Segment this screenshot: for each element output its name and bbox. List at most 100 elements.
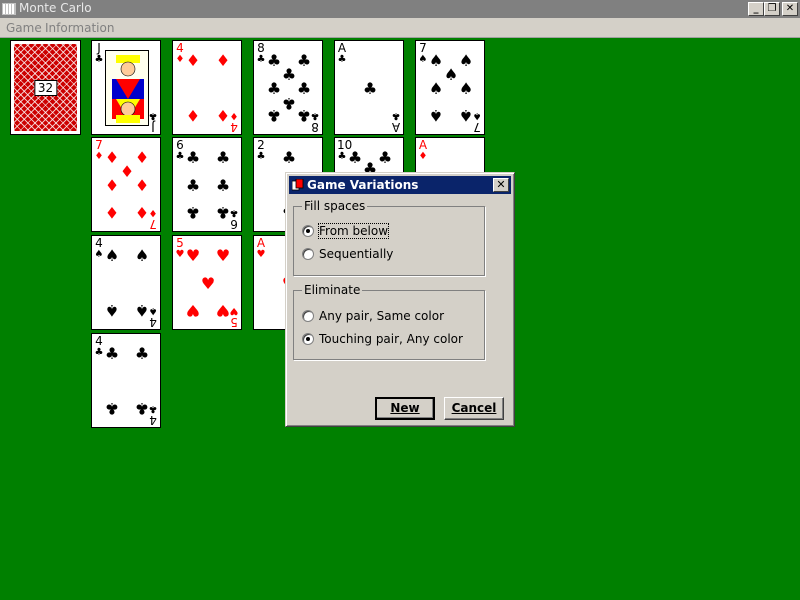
card-rank-corner: J ♣ <box>148 109 158 134</box>
card-rank-corner: 4 ♣ <box>94 335 104 359</box>
radio-touching-pair-button[interactable] <box>302 333 314 345</box>
card-rank: 7 <box>149 217 157 231</box>
card-rank-corner: 8 ♣ <box>256 42 266 66</box>
suit-pip: ♠ <box>458 51 474 70</box>
new-button-label: New <box>390 401 420 415</box>
suit-pip: ♣ <box>185 203 201 222</box>
cancel-button-label: Cancel <box>451 401 497 415</box>
suit-pip: ♥ <box>215 301 231 320</box>
card-rank: 4 <box>230 120 238 134</box>
minimize-button[interactable]: _ <box>748 2 764 16</box>
suit-pip: ♠ <box>428 51 444 70</box>
card-rank: 4 <box>95 334 103 348</box>
menu-bar: Game Information <box>0 18 800 38</box>
card-rank: A <box>391 120 401 134</box>
suit-pip: ♠ <box>458 106 474 125</box>
menu-information[interactable]: Information <box>45 21 114 35</box>
radio-any-pair-button[interactable] <box>302 310 314 322</box>
suit-pip: ♦ <box>185 51 201 70</box>
suit-pip: ♣ <box>215 148 231 167</box>
suit-pip: ♠ <box>134 246 150 265</box>
radio-any-pair-label[interactable]: Any pair, Same color <box>319 309 444 323</box>
suit-pip: ♣ <box>296 79 312 98</box>
card-suit: ♣ <box>175 151 185 162</box>
radio-sequentially-button[interactable] <box>302 248 314 260</box>
card-suit: ♣ <box>148 110 158 121</box>
card-suit: ♠ <box>94 249 104 260</box>
card[interactable]: 4 ♦ 4 ♦ ♦ ♦ ♦ ♦ <box>172 40 242 135</box>
card-rank: 8 <box>311 120 319 134</box>
card-rank-corner: 4 ♦ <box>175 42 185 66</box>
suit-pip: ♣ <box>281 65 297 84</box>
suit-pip: ♣ <box>266 51 282 70</box>
card-suit: ♣ <box>337 54 347 65</box>
suit-pip: ♦ <box>104 148 120 167</box>
card-rank-corner: J ♣ <box>94 42 104 66</box>
card[interactable]: 7 ♠ 7 ♠ ♠ ♠ ♠ ♠ ♠ ♠ ♠ <box>415 40 485 135</box>
cards-icon <box>292 179 304 191</box>
suit-pip: ♣ <box>185 148 201 167</box>
card-rank: 7 <box>473 120 481 134</box>
restore-button[interactable]: ❐ <box>764 2 780 16</box>
suit-pip: ♦ <box>185 106 201 125</box>
card[interactable]: 5 ♥ 5 ♥ ♥ ♥ ♥ ♥ ♥ <box>172 235 242 330</box>
card-suit: ♦ <box>175 54 185 65</box>
card-suit: ♣ <box>256 54 266 65</box>
suit-pip: ♣ <box>134 399 150 418</box>
suit-pip: ♦ <box>215 51 231 70</box>
card[interactable]: 8 ♣ 8 ♣ ♣ ♣ ♣ ♣ ♣ ♣ ♣ ♣ <box>253 40 323 135</box>
card-rank: 4 <box>176 41 184 55</box>
radio-from-below-button[interactable] <box>302 225 314 237</box>
radio-sequentially-label[interactable]: Sequentially <box>319 247 393 261</box>
card[interactable]: 4 ♣ 4 ♣ ♣ ♣ ♣ ♣ <box>91 333 161 428</box>
suit-pip: ♠ <box>104 246 120 265</box>
card[interactable]: 4 ♠ 4 ♠ ♠ ♠ ♠ ♠ <box>91 235 161 330</box>
card-rank: 4 <box>149 413 157 427</box>
dialog-title: Game Variations <box>307 178 419 192</box>
radio-from-below-label[interactable]: From below <box>317 223 390 239</box>
suit-pip: ♠ <box>428 79 444 98</box>
card[interactable]: 6 ♣ 6 ♣ ♣ ♣ ♣ ♣ ♣ ♣ <box>172 137 242 232</box>
title-bar: Monte Carlo _ ❐ ✕ <box>0 0 800 18</box>
card-back-pattern: 32 <box>14 44 77 131</box>
suit-pip: ♦ <box>104 176 120 195</box>
card-suit: ♦ <box>418 151 428 162</box>
card-suit: ♠ <box>418 54 428 65</box>
stock-deck[interactable]: 32 <box>10 40 81 135</box>
cancel-button[interactable]: Cancel <box>444 397 504 420</box>
close-button[interactable]: ✕ <box>782 2 798 16</box>
new-button[interactable]: New <box>375 397 435 420</box>
suit-pip: ♦ <box>119 162 135 181</box>
card-rank: A <box>256 236 266 250</box>
suit-pip: ♦ <box>134 203 150 222</box>
suit-pip: ♦ <box>215 106 231 125</box>
card-rank-corner: A♥ <box>256 237 266 261</box>
suit-pip: ♣ <box>185 176 201 195</box>
dialog-close-button[interactable]: ✕ <box>493 178 509 192</box>
card-rank: J <box>151 120 155 134</box>
suit-pip: ♥ <box>200 274 216 293</box>
suit-pip: ♣ <box>362 79 378 98</box>
card[interactable]: J ♣ J ♣ <box>91 40 161 135</box>
suit-pip: ♣ <box>215 203 231 222</box>
card-suit: ♣ <box>337 151 347 162</box>
card-rank: 6 <box>176 138 184 152</box>
radio-touching-pair-label[interactable]: Touching pair, Any color <box>319 332 463 346</box>
suit-pip: ♣ <box>215 176 231 195</box>
suit-pip: ♣ <box>266 106 282 125</box>
suit-pip: ♦ <box>134 148 150 167</box>
suit-pip: ♠ <box>428 106 444 125</box>
menu-game[interactable]: Game <box>6 21 42 35</box>
card-suit: ♣ <box>256 151 266 162</box>
card-rank: 8 <box>257 41 265 55</box>
suit-pip: ♣ <box>347 148 363 167</box>
card-rank-corner: A ♣ <box>391 109 401 134</box>
card[interactable]: 7 ♦ 7 ♦ ♦ ♦ ♦ ♦ ♦ ♦ ♦ <box>91 137 161 232</box>
suit-pip: ♣ <box>134 344 150 363</box>
card[interactable]: A ♣ A ♣ ♣ <box>334 40 404 135</box>
card-suit: ♥ <box>256 249 266 260</box>
card-rank: 4 <box>95 236 103 250</box>
suit-pip: ♥ <box>185 301 201 320</box>
card-suit: ♥ <box>175 249 185 260</box>
card-rank-corner: 2♣ <box>256 139 266 163</box>
